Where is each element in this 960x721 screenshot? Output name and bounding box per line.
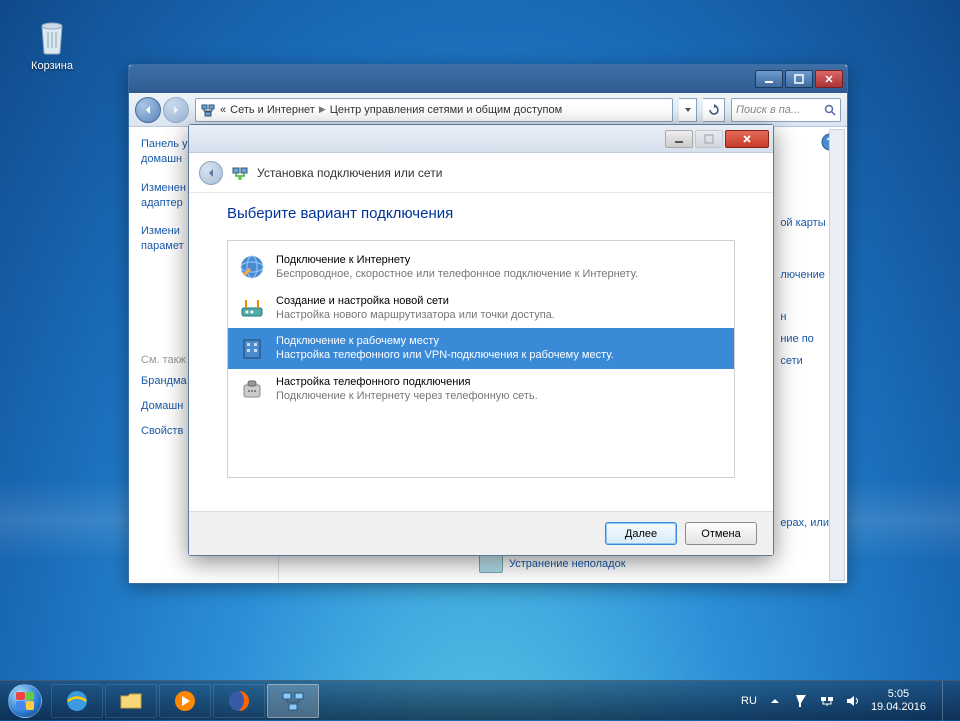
next-button[interactable]: Далее <box>605 522 677 545</box>
nav-forward-button[interactable] <box>163 97 189 123</box>
minimize-button[interactable] <box>755 70 783 88</box>
wizard-title: Выберите вариант подключения <box>227 205 735 222</box>
nav-row: « Сеть и Интернет ▶ Центр управления сет… <box>129 93 847 127</box>
troubleshoot-link[interactable]: Устранение неполадок <box>479 555 626 573</box>
wizard-titlebar[interactable] <box>189 125 773 153</box>
taskbar-item-wmp[interactable] <box>159 684 211 718</box>
taskbar-item-explorer[interactable] <box>105 684 157 718</box>
globe-icon <box>238 253 266 281</box>
search-input[interactable]: Поиск в па... <box>731 98 841 122</box>
start-button[interactable] <box>4 683 46 719</box>
show-desktop-button[interactable] <box>942 681 952 721</box>
recycle-bin-label: Корзина <box>31 60 73 72</box>
wizard-footer: Далее Отмена <box>189 511 773 555</box>
option-new-network[interactable]: Создание и настройка новой сетиНастройка… <box>228 288 734 329</box>
taskbar-item-ie[interactable] <box>51 684 103 718</box>
wizard-header: Установка подключения или сети <box>189 153 773 193</box>
recycle-bin[interactable]: Корзина <box>22 14 82 72</box>
breadcrumb-item[interactable]: Сеть и Интернет <box>226 104 315 116</box>
cancel-button[interactable]: Отмена <box>685 522 757 545</box>
clock[interactable]: 5:05 19.04.2016 <box>871 688 926 713</box>
firefox-icon <box>226 688 252 714</box>
taskbar-item-firefox[interactable] <box>213 684 265 718</box>
option-dialup[interactable]: Настройка телефонного подключенияПодключ… <box>228 369 734 410</box>
chevron-right-icon: ▶ <box>315 104 330 115</box>
network-icon <box>280 688 306 714</box>
address-bar[interactable]: « Сеть и Интернет ▶ Центр управления сет… <box>195 98 673 122</box>
ie-icon <box>64 688 90 714</box>
option-internet[interactable]: Подключение к ИнтернетуБеспроводное, ско… <box>228 247 734 288</box>
phone-icon <box>238 375 266 403</box>
taskbar: RU 5:05 19.04.2016 <box>0 680 960 720</box>
taskbar-item-network[interactable] <box>267 684 319 718</box>
maximize-button[interactable] <box>785 70 813 88</box>
tray-up-icon[interactable] <box>767 693 783 709</box>
wizard-minimize-button[interactable] <box>665 130 693 148</box>
wizard-close-button[interactable] <box>725 130 769 148</box>
router-icon <box>238 294 266 322</box>
refresh-button[interactable] <box>703 98 725 122</box>
language-indicator[interactable]: RU <box>741 695 757 707</box>
close-button[interactable] <box>815 70 843 88</box>
search-placeholder: Поиск в па... <box>736 104 800 116</box>
breadcrumb-item[interactable]: Центр управления сетями и общим доступом <box>330 104 562 116</box>
right-links: ой карты лючение н ние по сети ерах, или <box>780 217 829 539</box>
wmp-icon <box>172 688 198 714</box>
options-list: Подключение к ИнтернетуБеспроводное, ско… <box>227 240 735 478</box>
volume-icon[interactable] <box>845 693 861 709</box>
folder-icon <box>118 688 144 714</box>
wizard-window: Установка подключения или сети Выберите … <box>188 124 774 556</box>
wizard-icon <box>231 164 249 182</box>
nav-back-button[interactable] <box>135 97 161 123</box>
option-workplace[interactable]: Подключение к рабочему местуНастройка те… <box>228 328 734 369</box>
network-center-icon <box>200 102 216 118</box>
wizard-back-button[interactable] <box>199 161 223 185</box>
network-tray-icon[interactable] <box>819 693 835 709</box>
action-center-icon[interactable] <box>793 693 809 709</box>
recycle-bin-icon <box>30 14 74 58</box>
wizard-header-text: Установка подключения или сети <box>257 166 442 180</box>
building-icon <box>238 334 266 362</box>
wizard-maximize-button <box>695 130 723 148</box>
search-icon <box>824 104 836 116</box>
address-dropdown[interactable] <box>679 98 697 122</box>
explorer-titlebar[interactable] <box>129 65 847 93</box>
troubleshoot-icon <box>479 555 503 573</box>
scrollbar[interactable] <box>829 129 845 581</box>
system-tray: RU 5:05 19.04.2016 <box>741 681 956 721</box>
